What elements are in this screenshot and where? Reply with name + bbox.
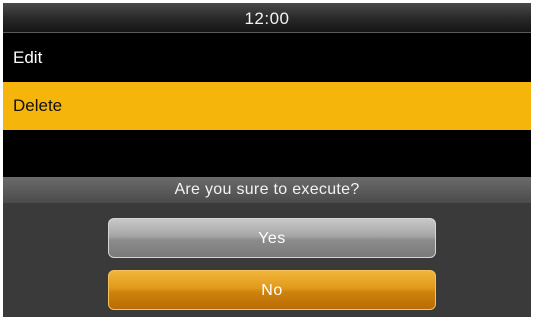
no-button[interactable]: No bbox=[108, 270, 436, 310]
menu-item-label: Edit bbox=[13, 48, 43, 67]
confirm-dialog: Are you sure to execute? Yes No bbox=[3, 177, 531, 317]
menu-item-edit[interactable]: Edit bbox=[3, 34, 531, 82]
clock: 12:00 bbox=[244, 9, 290, 28]
menu-item-label: Delete bbox=[13, 96, 63, 115]
dialog-message: Are you sure to execute? bbox=[3, 177, 531, 203]
status-bar: 12:00 bbox=[3, 3, 531, 33]
menu-item-delete[interactable]: Delete bbox=[3, 82, 531, 130]
device-screen: 12:00 Edit Delete Are you sure to execut… bbox=[3, 3, 531, 317]
yes-button[interactable]: Yes bbox=[108, 218, 436, 258]
